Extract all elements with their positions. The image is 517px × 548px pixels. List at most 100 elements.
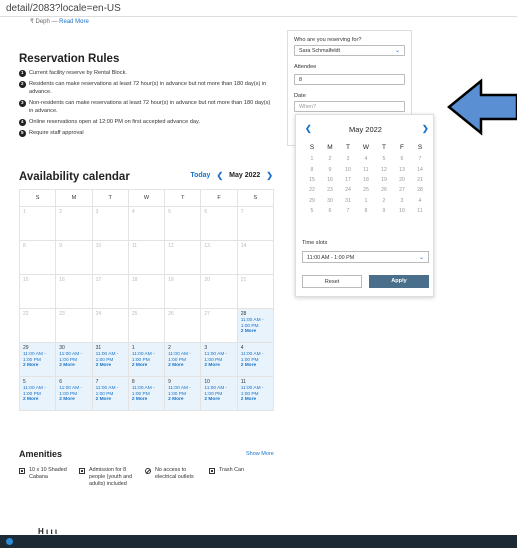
dp-day[interactable]: 15	[303, 175, 321, 185]
prev-month-icon[interactable]: ❮	[216, 171, 223, 180]
dp-day[interactable]: 31	[339, 196, 357, 206]
show-more-link[interactable]: Show More	[246, 451, 274, 457]
dp-day[interactable]: 3	[339, 154, 357, 164]
dp-day[interactable]: 21	[411, 175, 429, 185]
dp-day[interactable]: 11	[411, 206, 429, 216]
dp-day[interactable]: 18	[357, 175, 375, 185]
dp-day[interactable]: 7	[339, 206, 357, 216]
slot-link[interactable]: 11:00 AM - 1:00 PM	[96, 386, 125, 397]
dp-day[interactable]: 29	[303, 196, 321, 206]
slot-link[interactable]: 11:00 AM - 1:00 PM	[241, 318, 270, 329]
dp-day[interactable]: 4	[357, 154, 375, 164]
calendar-day[interactable]: 11 11:00 AM - 1:00 PM 2 More	[236, 376, 275, 411]
dp-day[interactable]: 27	[393, 185, 411, 195]
slot-link[interactable]: 11:00 AM - 1:00 PM	[168, 352, 197, 363]
dp-day[interactable]: 5	[303, 206, 321, 216]
calendar-day[interactable]: 4 11:00 AM - 1:00 PM 2 More	[236, 342, 275, 377]
more-link[interactable]: 2 More	[96, 397, 125, 403]
slot-link[interactable]: 11:00 AM - 1:00 PM	[23, 386, 52, 397]
dp-day[interactable]: 9	[321, 164, 339, 174]
reset-button[interactable]: Reset	[302, 275, 362, 288]
more-link[interactable]: 2 More	[204, 397, 233, 403]
more-link[interactable]: 2 More	[132, 397, 161, 403]
calendar-day[interactable]: 2 11:00 AM - 1:00 PM 2 More	[164, 342, 202, 377]
dp-day[interactable]: 30	[321, 196, 339, 206]
calendar-day[interactable]: 30 11:00 AM - 1:00 PM 2 More	[55, 342, 93, 377]
slot-link[interactable]: 11:00 AM - 1:00 PM	[59, 386, 88, 397]
dp-day[interactable]: 9	[375, 206, 393, 216]
more-link[interactable]: 2 More	[168, 363, 197, 369]
calendar-day[interactable]: 7 11:00 AM - 1:00 PM 2 More	[91, 376, 129, 411]
apply-button[interactable]: Apply	[369, 275, 429, 288]
dp-day[interactable]: 8	[303, 164, 321, 174]
more-link[interactable]: 2 More	[96, 363, 125, 369]
dp-day[interactable]: 2	[321, 154, 339, 164]
dp-day[interactable]: 1	[357, 196, 375, 206]
slot-link[interactable]: 11:00 AM - 1:00 PM	[241, 352, 270, 363]
date-input[interactable]: When?	[294, 101, 405, 112]
dp-next-icon[interactable]: ❯	[422, 124, 429, 133]
calendar-day[interactable]: 29 11:00 AM - 1:00 PM 2 More	[18, 342, 57, 377]
slot-link[interactable]: 11:00 AM - 1:00 PM	[132, 386, 161, 397]
dp-day[interactable]: 24	[339, 185, 357, 195]
slot-link[interactable]: 11:00 AM - 1:00 PM	[132, 352, 161, 363]
more-link[interactable]: 2 More	[132, 363, 161, 369]
dp-day[interactable]: 7	[411, 154, 429, 164]
dp-day[interactable]: 28	[411, 185, 429, 195]
calendar-day[interactable]: 3 11:00 AM - 1:00 PM 2 More	[200, 342, 238, 377]
more-link[interactable]: 2 More	[59, 363, 88, 369]
dp-day[interactable]: 10	[339, 164, 357, 174]
more-link[interactable]: 2 More	[241, 397, 270, 403]
calendar-day[interactable]: 6 11:00 AM - 1:00 PM 2 More	[55, 376, 93, 411]
more-link[interactable]: 2 More	[204, 363, 233, 369]
dp-day[interactable]: 12	[375, 164, 393, 174]
calendar-day[interactable]: 10 11:00 AM - 1:00 PM 2 More	[200, 376, 238, 411]
calendar-day[interactable]: 31 11:00 AM - 1:00 PM 2 More	[91, 342, 129, 377]
dp-day[interactable]: 8	[357, 206, 375, 216]
dp-day[interactable]: 16	[321, 175, 339, 185]
dp-day[interactable]: 19	[375, 175, 393, 185]
dp-day[interactable]: 6	[321, 206, 339, 216]
more-link[interactable]: 2 More	[241, 363, 270, 369]
reserving-select[interactable]: Sara Schmalfeldt ⌄	[294, 45, 405, 56]
dp-day[interactable]: 22	[303, 185, 321, 195]
dp-day[interactable]: 2	[375, 196, 393, 206]
dp-day[interactable]: 1	[303, 154, 321, 164]
slot-link[interactable]: 11:00 AM - 1:00 PM	[241, 386, 270, 397]
slot-link[interactable]: 11:00 AM - 1:00 PM	[59, 352, 88, 363]
calendar-day[interactable]: 8 11:00 AM - 1:00 PM 2 More	[127, 376, 166, 411]
address-bar[interactable]: detail/2083?locale=en-US	[0, 0, 517, 17]
dp-day[interactable]: 10	[393, 206, 411, 216]
dp-day[interactable]: 13	[393, 164, 411, 174]
attendee-input[interactable]: 8	[294, 74, 405, 85]
dp-day[interactable]: 11	[357, 164, 375, 174]
today-button[interactable]: Today	[190, 172, 210, 179]
dp-day[interactable]: 5	[375, 154, 393, 164]
dp-day[interactable]: 20	[393, 175, 411, 185]
more-link[interactable]: 2 More	[59, 397, 88, 403]
dp-day[interactable]: 3	[393, 196, 411, 206]
dp-day[interactable]: 23	[321, 185, 339, 195]
calendar-day[interactable]: 28 11:00 AM - 1:00 PM 2 More	[236, 308, 275, 343]
dp-day[interactable]: 25	[357, 185, 375, 195]
dp-day[interactable]: 4	[411, 196, 429, 206]
next-month-icon[interactable]: ❯	[266, 171, 273, 180]
dp-day[interactable]: 17	[339, 175, 357, 185]
time-slot-select[interactable]: 11:00 AM - 1:00 PM ⌄	[302, 251, 429, 263]
dp-day[interactable]: 14	[411, 164, 429, 174]
dp-day[interactable]: 26	[375, 185, 393, 195]
calendar-day[interactable]: 9 11:00 AM - 1:00 PM 2 More	[164, 376, 202, 411]
more-link[interactable]: 2 More	[23, 397, 52, 403]
dp-day[interactable]: 6	[393, 154, 411, 164]
read-more-link[interactable]: Read More	[59, 19, 89, 25]
more-link[interactable]: 2 More	[23, 363, 52, 369]
slot-link[interactable]: 11:00 AM - 1:00 PM	[168, 386, 197, 397]
slot-link[interactable]: 11:00 AM - 1:00 PM	[204, 386, 233, 397]
more-link[interactable]: 2 More	[241, 329, 270, 335]
slot-link[interactable]: 11:00 AM - 1:00 PM	[23, 352, 52, 363]
slot-link[interactable]: 11:00 AM - 1:00 PM	[96, 352, 125, 363]
calendar-day[interactable]: 1 11:00 AM - 1:00 PM 2 More	[127, 342, 166, 377]
slot-link[interactable]: 11:00 AM - 1:00 PM	[204, 352, 233, 363]
more-link[interactable]: 2 More	[168, 397, 197, 403]
calendar-day[interactable]: 5 11:00 AM - 1:00 PM 2 More	[18, 376, 57, 411]
